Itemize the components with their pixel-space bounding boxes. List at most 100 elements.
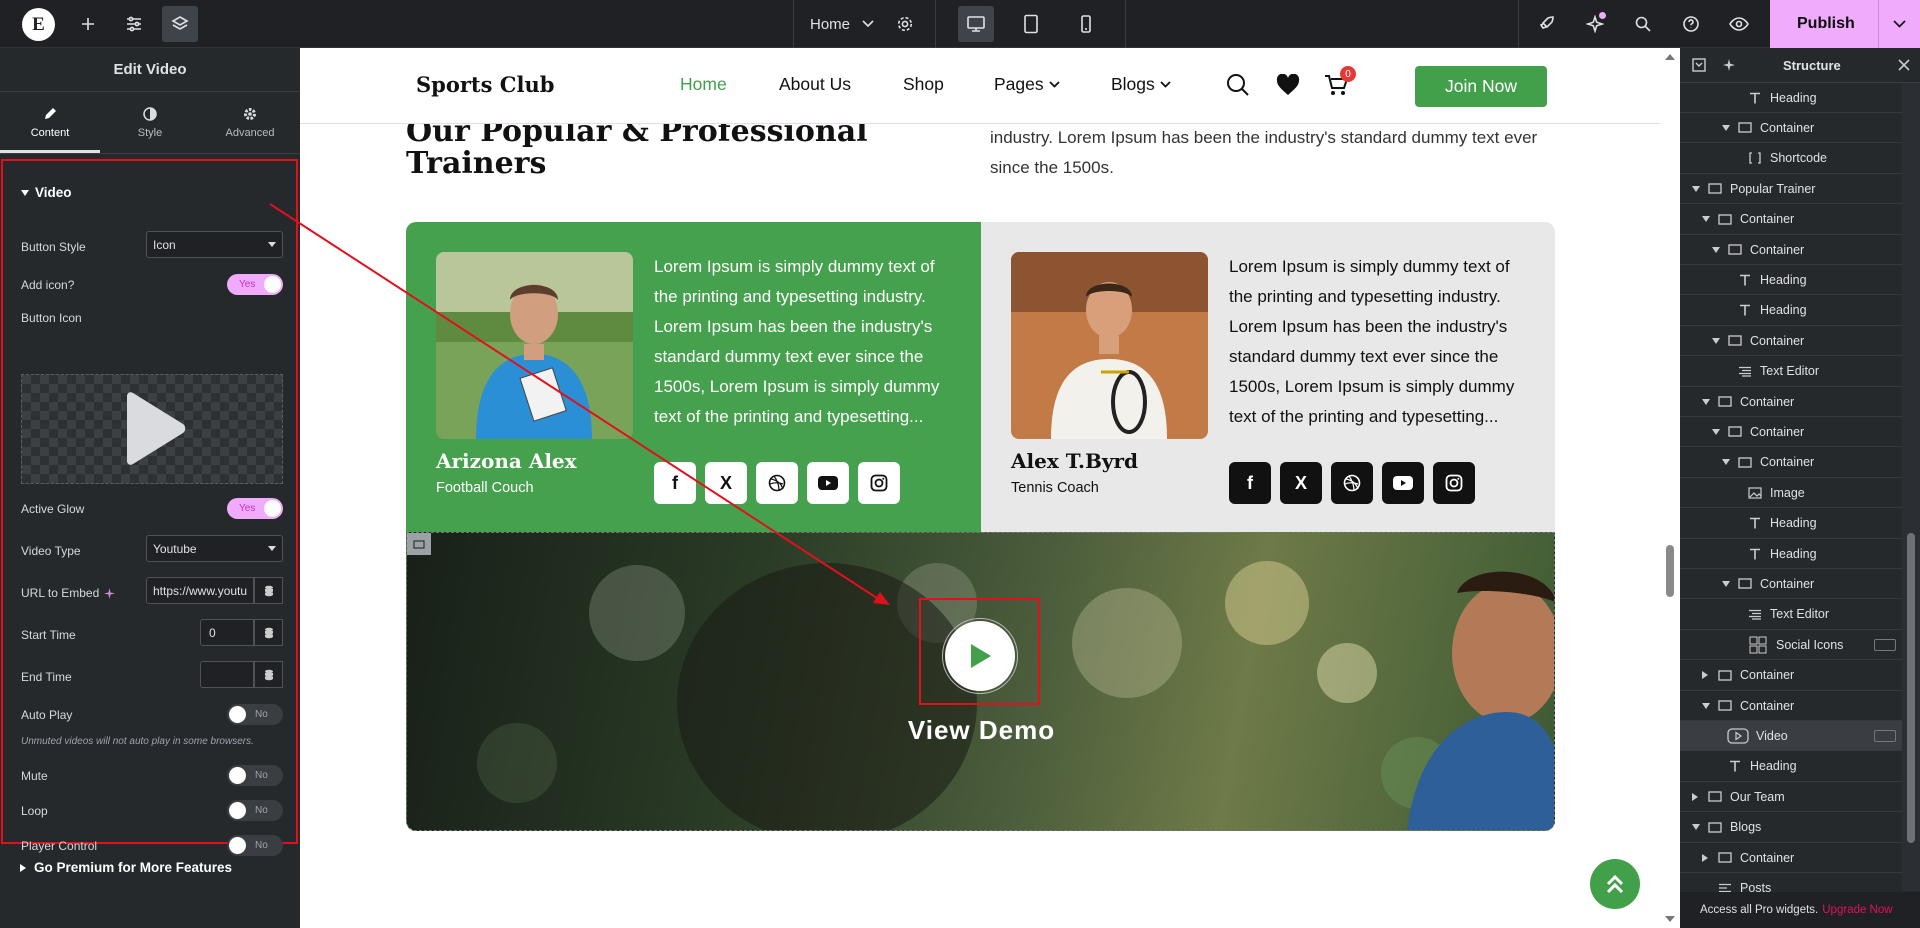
navigator-sparkle-icon[interactable] [1722,58,1736,72]
close-icon[interactable] [1898,59,1910,71]
hidden-toggle-icon[interactable] [1874,638,1896,651]
nav-pages[interactable]: Pages [994,74,1060,95]
structure-item-container[interactable]: Container [1680,661,1902,691]
caret-down-icon[interactable] [1722,459,1732,466]
youtube-icon[interactable] [1382,462,1424,504]
caret-right-icon[interactable] [1702,671,1712,680]
end-time-input[interactable] [200,661,254,688]
loop-toggle[interactable]: No [227,800,283,821]
tablet-icon[interactable] [1013,6,1049,42]
structure-item-shortcode[interactable]: Shortcode [1680,144,1902,174]
youtube-icon[interactable] [807,462,849,504]
nav-about-us[interactable]: About Us [779,74,851,95]
play-button[interactable] [942,618,1018,694]
structure-scrollbar[interactable] [1902,83,1920,891]
nav-blogs[interactable]: Blogs [1111,74,1171,95]
structure-item-container[interactable]: Container [1680,326,1902,357]
tab-content[interactable]: Content [0,92,100,153]
player-control-toggle[interactable]: No [227,835,283,856]
dynamic-tags-icon[interactable] [254,661,283,688]
caret-down-icon[interactable] [1692,824,1702,831]
join-now-button[interactable]: Join Now [1415,66,1547,107]
tab-advanced[interactable]: Advanced [200,92,300,153]
structure-item-container[interactable]: Container [1680,417,1902,448]
structure-item-container[interactable]: Container [1680,113,1902,144]
collapse-all-icon[interactable] [1692,58,1706,72]
caret-down-icon[interactable] [1702,702,1712,709]
caret-down-icon[interactable] [1692,185,1702,192]
nav-shop[interactable]: Shop [903,74,944,95]
mute-toggle[interactable]: No [227,765,283,786]
add-icon-toggle[interactable]: Yes [227,274,283,295]
dynamic-tags-icon[interactable] [254,619,283,646]
elementor-logo-icon[interactable]: E [22,8,55,41]
search-icon[interactable] [1226,73,1250,97]
structure-item-heading[interactable]: Heading [1680,752,1902,782]
heart-icon[interactable] [1276,74,1300,96]
caret-right-icon[interactable] [1692,792,1702,801]
hidden-toggle-icon[interactable] [1874,729,1896,742]
site-logo[interactable]: Sports Club [416,72,554,97]
structure-item-container[interactable]: Container [1680,569,1902,600]
facebook-icon[interactable]: f [1229,462,1271,504]
structure-item-video[interactable]: Video [1680,721,1902,752]
structure-item-heading[interactable]: Heading [1680,296,1902,326]
structure-item-text-editor[interactable]: Text Editor [1680,600,1902,630]
rocket-icon[interactable] [1529,6,1565,42]
canvas-scrollbar[interactable] [1660,48,1680,928]
facebook-icon[interactable]: f [654,462,696,504]
structure-item-heading[interactable]: Heading [1680,83,1902,113]
instagram-icon[interactable] [858,462,900,504]
caret-down-icon[interactable] [1712,337,1722,344]
section-toggle-video[interactable]: Video [21,185,72,200]
mobile-icon[interactable] [1068,6,1104,42]
caret-right-icon[interactable] [1702,853,1712,862]
structure-item-container[interactable]: Container [1680,843,1902,873]
instagram-icon[interactable] [1433,462,1475,504]
settings-sliders-icon[interactable] [116,6,152,42]
upgrade-now-link[interactable]: Upgrade Now [1822,904,1892,916]
structure-item-heading[interactable]: Heading [1680,509,1902,539]
ai-sparkle-icon[interactable] [1577,6,1613,42]
structure-item-popular-trainer[interactable]: Popular Trainer [1680,174,1902,205]
structure-item-heading[interactable]: Heading [1680,539,1902,569]
url-embed-input[interactable]: https://www.youtul [146,577,254,604]
dynamic-tags-icon[interactable] [254,577,283,604]
caret-down-icon[interactable] [1702,216,1712,223]
structure-item-blogs[interactable]: Blogs [1680,813,1902,843]
structure-item-container[interactable]: Container [1680,691,1902,721]
caret-down-icon[interactable] [1722,124,1732,131]
x-icon[interactable]: X [1280,462,1322,504]
help-icon[interactable] [1673,6,1709,42]
eye-icon[interactable] [1721,6,1757,42]
chevron-down-icon[interactable] [1878,0,1920,48]
page-settings-gear-icon[interactable] [887,6,923,42]
structure-item-social-icons[interactable]: Social Icons [1680,630,1902,661]
start-time-input[interactable]: 0 [200,619,254,646]
layers-icon[interactable] [162,6,198,42]
go-premium-section[interactable]: Go Premium for More Features [20,860,232,875]
caret-down-icon[interactable] [1722,580,1732,587]
auto-play-toggle[interactable]: No [227,704,283,725]
dribbble-icon[interactable] [756,462,798,504]
element-handle-icon[interactable] [407,533,431,555]
search-icon[interactable] [1625,6,1661,42]
button-style-select[interactable]: Icon [146,231,283,258]
active-glow-toggle[interactable]: Yes [227,498,283,519]
video-widget[interactable]: View Demo [406,532,1555,831]
caret-down-icon[interactable] [1702,398,1712,405]
tab-style[interactable]: Style [100,92,200,153]
structure-item-container[interactable]: Container [1680,448,1902,478]
dribbble-icon[interactable] [1331,462,1373,504]
x-icon[interactable]: X [705,462,747,504]
structure-item-image[interactable]: Image [1680,478,1902,509]
structure-item-our-team[interactable]: Our Team [1680,782,1902,813]
publish-button[interactable]: Publish [1770,0,1920,48]
desktop-icon[interactable] [958,6,994,42]
ai-sparkle-icon[interactable] [104,587,116,599]
structure-item-container[interactable]: Container [1680,235,1902,265]
caret-down-icon[interactable] [1712,246,1722,253]
scroll-to-top-button[interactable] [1590,859,1640,909]
button-icon-picker[interactable] [21,374,283,484]
structure-item-container[interactable]: Container [1680,387,1902,417]
